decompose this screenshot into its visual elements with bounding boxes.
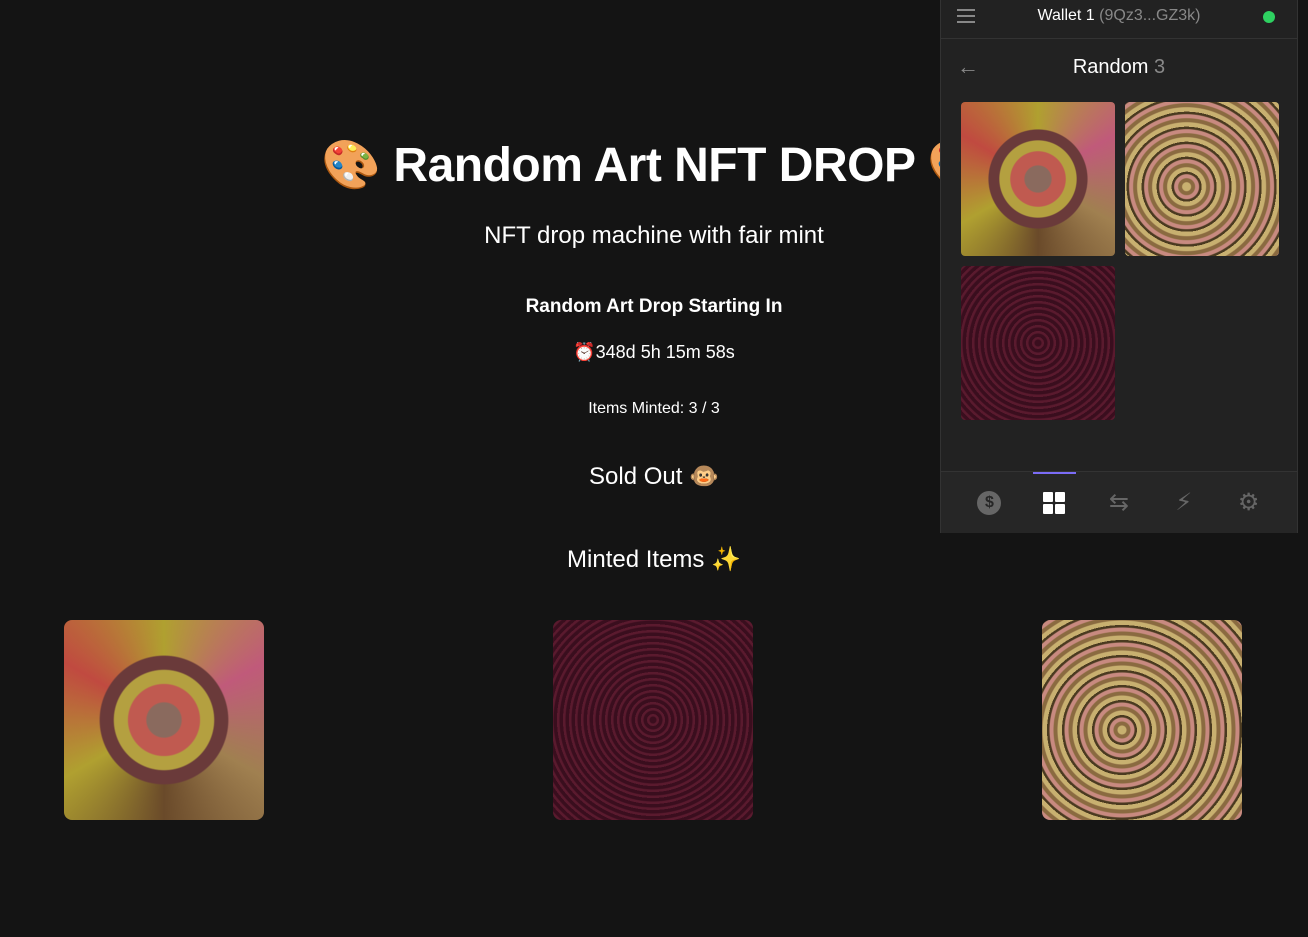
lightning-icon: ⚡︎ [1175,489,1193,516]
grid-icon [1043,491,1066,514]
wallet-name: Wallet 1 [1037,7,1095,24]
tab-nfts[interactable] [1033,471,1077,523]
tab-swap[interactable]: ⇆ [1099,483,1139,523]
tab-balances[interactable]: $ [969,483,1009,523]
tab-activity[interactable]: ⚡︎ [1164,483,1204,523]
nft-thumbnail[interactable] [961,102,1115,256]
collection-title: Random 3 [941,56,1297,79]
connection-status-icon [1263,11,1275,23]
minted-items-heading: Minted Items ✨ [567,546,741,573]
gear-icon: ⚙ [1237,489,1260,516]
minted-item-image[interactable] [553,620,753,820]
nft-thumbnail[interactable] [961,266,1115,420]
wallet-title[interactable]: Wallet 1 (9Qz3...GZ3k) [941,7,1297,25]
wallet-tab-bar: $ ⇆ ⚡︎ ⚙ [941,471,1297,533]
nft-thumbnail[interactable] [1125,102,1279,256]
dollar-coin-icon: $ [977,490,1002,515]
minted-item-image[interactable] [64,620,264,820]
collection-name: Random [1072,56,1149,78]
wallet-address: (9Qz3...GZ3k) [1099,7,1201,24]
tab-settings[interactable]: ⚙ [1229,483,1269,523]
wallet-panel: Wallet 1 (9Qz3...GZ3k) ← Random 3 $ ⇆ ⚡︎… [940,0,1298,533]
minted-item-image[interactable] [1042,620,1242,820]
collection-count: 3 [1154,56,1166,78]
swap-icon: ⇆ [1108,489,1130,516]
wallet-header: Wallet 1 (9Qz3...GZ3k) [941,0,1297,39]
